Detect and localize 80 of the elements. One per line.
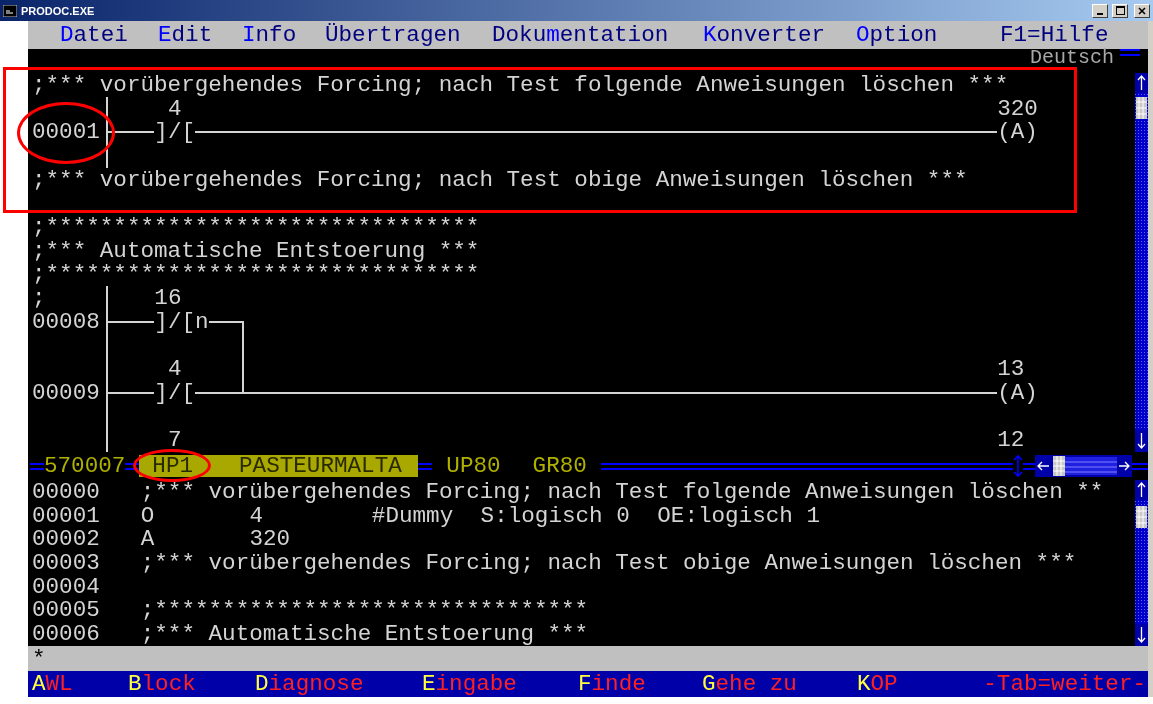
function-key[interactable]: Eingabe (422, 672, 517, 696)
instruction-op: A (140, 530, 155, 549)
line-number: 00000 (32, 482, 100, 501)
coil-operand: 320 (997, 99, 1038, 118)
line-number: 00005 (32, 601, 100, 620)
line-number: 00003 (32, 554, 100, 573)
menu-item[interactable]: Option (856, 22, 938, 48)
comment-line: ;******************************** (32, 265, 481, 284)
rung-wire (106, 391, 155, 394)
coil-symbol: (A) (997, 123, 1038, 142)
window-title: PRODOC.EXE (21, 4, 96, 17)
menu-item[interactable]: F1=Hilfe (1000, 22, 1109, 48)
comment-line: ;*** Automatische Entstoerung *** (32, 241, 481, 260)
contact-symbol: ]/[n (154, 312, 209, 331)
comment-line: ;*** vorübergehendes Forcing; nach Test folgende Anweisungen löschen *** (32, 75, 1010, 94)
maximize-icon (1115, 6, 1125, 15)
tab-hint: -Tab=weiter- (983, 671, 1147, 697)
rung-number: 00008 (32, 312, 100, 331)
line-number: 00002 (32, 530, 100, 549)
coil-operand: 13 (997, 360, 1025, 379)
instruction-op: O (140, 506, 155, 525)
contact-operand: 7 (167, 431, 182, 450)
comment-line: ;******************************** (32, 217, 481, 236)
line-number: 00004 (32, 577, 100, 596)
comment-line: ;*** vorübergehendes Forcing; nach Test obige Anweisungen löschen *** (32, 170, 969, 189)
language-label: Deutsch (1030, 49, 1114, 66)
coil-symbol: (A) (997, 383, 1038, 402)
function-key[interactable]: Finde (578, 672, 646, 696)
double-line (418, 462, 433, 470)
menu-item[interactable]: Konverter (703, 22, 826, 48)
close-button[interactable] (1134, 3, 1150, 18)
address-label: 570007 (44, 454, 126, 479)
function-key[interactable]: Block (128, 672, 196, 696)
horizontal-scrollbar[interactable] (1035, 455, 1132, 478)
comment-mark: ; (32, 289, 46, 308)
block-label: HP1 (152, 455, 194, 478)
contact-operand: 4 (167, 99, 182, 118)
close-icon (1138, 6, 1146, 15)
rung-number: 00009 (32, 383, 100, 402)
menu-item[interactable]: Info (242, 22, 297, 48)
comment-line: ;*** vorübergehendes Forcing; nach Test obige Anweisungen löschen *** (140, 554, 1078, 573)
status-tag: GR80 (532, 454, 587, 479)
comment-line: ;******************************** (140, 601, 590, 620)
symbol-label: #Dummy (371, 506, 454, 525)
app-icon (3, 4, 17, 17)
status-tag: UP80 (446, 454, 501, 479)
comment-line: ;*** Automatische Entstoerung *** (140, 625, 590, 644)
coil-operand: 12 (997, 431, 1025, 450)
rung-wire (106, 320, 155, 323)
line-number: 00006 (32, 625, 100, 644)
function-key[interactable]: Diagnose (255, 672, 364, 696)
instruction-operand: 320 (249, 530, 292, 549)
minimize-icon (1097, 12, 1103, 15)
menu-item[interactable]: Dokumentation (492, 22, 669, 48)
command-field[interactable]: * (28, 646, 1148, 671)
rung-number: 00001 (32, 123, 100, 142)
maximize-button[interactable] (1112, 3, 1128, 18)
contact-operand: 4 (167, 360, 182, 379)
power-rail (105, 96, 108, 168)
comment-text: OE:logisch 1 (657, 506, 820, 525)
menu-item[interactable]: Übertragen (325, 22, 461, 48)
menu-item[interactable]: Edit (158, 22, 213, 48)
contact-operand: 16 (154, 289, 182, 308)
vertical-scrollbar[interactable] (1135, 480, 1148, 647)
function-key[interactable]: Gehe zu (702, 672, 797, 696)
contact-symbol: ]/[ (154, 383, 196, 402)
double-line (30, 462, 44, 470)
function-key[interactable]: KOP (857, 672, 898, 696)
line-number: 00001 (32, 506, 100, 525)
comment-text: S:logisch 0 (480, 506, 631, 525)
block-name: PASTEURMALTA (239, 455, 402, 478)
rung-wire (106, 131, 155, 134)
minimize-button[interactable] (1092, 3, 1108, 18)
contact-symbol: ]/[ (154, 123, 196, 142)
vertical-scrollbar[interactable] (1135, 73, 1148, 452)
menu-item[interactable]: Datei (60, 22, 128, 48)
comment-line: ;*** vorübergehendes Forcing; nach Test folgende Anweisungen löschen ** (140, 482, 1105, 501)
instruction-operand: 4 (249, 506, 264, 525)
function-key[interactable]: AWL (32, 672, 73, 696)
double-line (1120, 49, 1140, 56)
